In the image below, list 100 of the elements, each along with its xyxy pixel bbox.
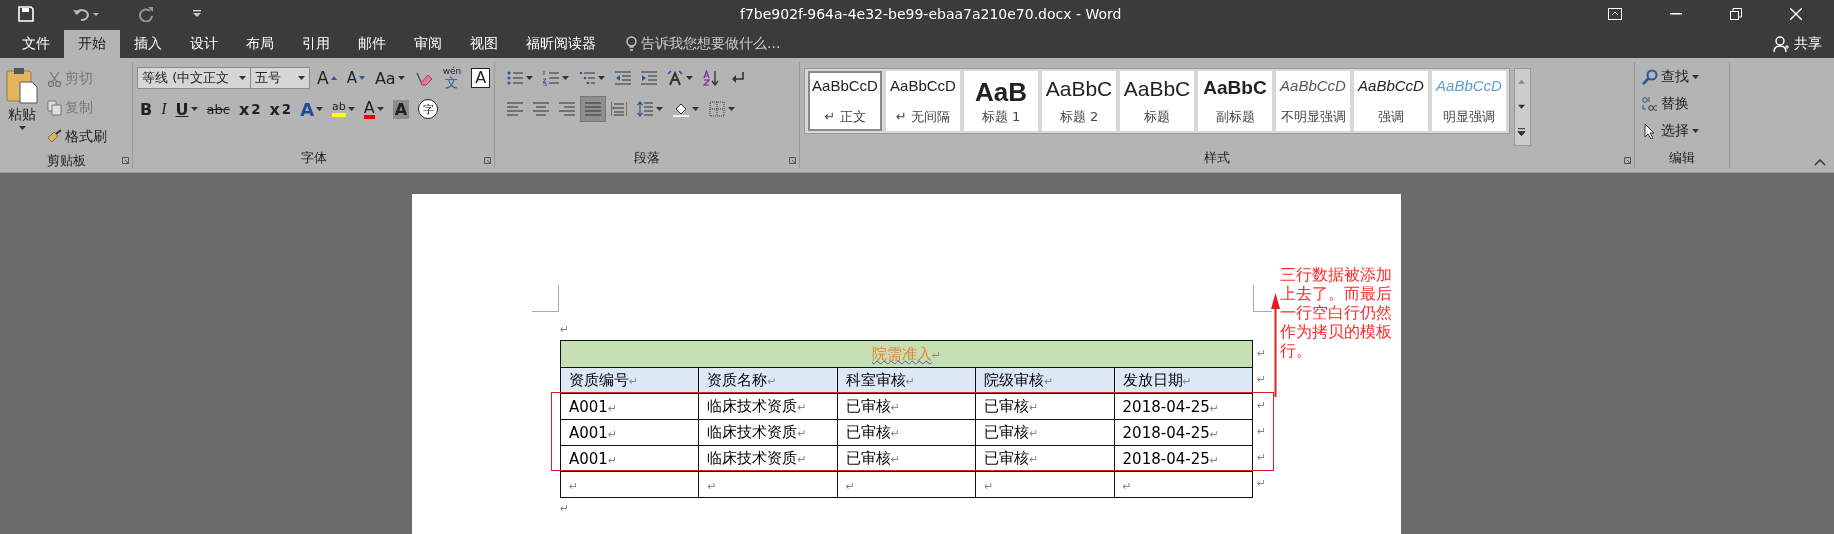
ribbon-tab[interactable]: 插入 bbox=[120, 30, 176, 58]
replace-button[interactable]: 替换 bbox=[1639, 91, 1702, 117]
close-icon[interactable] bbox=[1790, 8, 1802, 20]
caret-icon[interactable] bbox=[298, 76, 305, 80]
character-layout-icon bbox=[667, 70, 683, 86]
share-button[interactable]: 共享 bbox=[1773, 30, 1834, 58]
ribbon-tab[interactable]: 邮件 bbox=[344, 30, 400, 58]
dialog-launcher-icon[interactable] bbox=[484, 157, 491, 164]
style-item[interactable]: AaBbCcD 不明显强调 bbox=[1276, 71, 1350, 131]
table-cell: A001↵ bbox=[560, 393, 699, 420]
ribbon-display-icon[interactable] bbox=[1608, 8, 1622, 20]
table-cell: 临床技术资质↵ bbox=[698, 393, 838, 420]
dialog-launcher-icon[interactable] bbox=[789, 157, 796, 164]
caret-icon[interactable] bbox=[692, 107, 699, 111]
style-item[interactable]: AaBbCcD 强调 bbox=[1354, 71, 1428, 131]
highlight-button[interactable]: ab bbox=[329, 99, 358, 119]
table-cell: 发放日期↵ bbox=[1114, 367, 1253, 394]
dialog-launcher-icon[interactable] bbox=[1624, 157, 1631, 164]
table-cell: 资质编号↵ bbox=[560, 367, 699, 394]
underline-button[interactable]: U bbox=[172, 97, 201, 121]
table-cell: ↵ bbox=[560, 471, 699, 498]
ribbon-tab[interactable]: 引用 bbox=[288, 30, 344, 58]
caret-icon[interactable] bbox=[1692, 75, 1699, 79]
save-icon[interactable] bbox=[18, 6, 34, 22]
ribbon-tab[interactable]: 布局 bbox=[232, 30, 288, 58]
style-item[interactable]: AaBbCcD ↵ 无间隔 bbox=[886, 71, 960, 131]
ribbon-tab[interactable]: 设计 bbox=[176, 30, 232, 58]
shrink-font-button[interactable]: A bbox=[343, 67, 368, 89]
customize-icon[interactable] bbox=[192, 10, 202, 18]
ribbon-tab[interactable]: 视图 bbox=[456, 30, 512, 58]
restore-icon[interactable] bbox=[1730, 8, 1742, 20]
scissors-icon bbox=[47, 71, 62, 87]
table-cell: 2018-04-25↵ bbox=[1114, 393, 1253, 420]
minimize-icon[interactable] bbox=[1670, 13, 1682, 15]
shading-icon bbox=[673, 101, 689, 117]
ribbon-tab[interactable]: 开始 bbox=[64, 30, 120, 58]
bold-button[interactable]: B bbox=[137, 97, 156, 121]
ribbon-tab[interactable]: 文件 bbox=[8, 30, 64, 58]
style-item[interactable]: AaBbCcD ↵ 正文 bbox=[808, 71, 882, 131]
increase-indent-icon bbox=[641, 70, 657, 86]
format-painter-button[interactable]: 格式刷 bbox=[44, 124, 110, 150]
table-cell: ↵ bbox=[837, 471, 976, 498]
ribbon-tab[interactable]: 福昕阅读器 bbox=[512, 30, 610, 58]
phonetic-guide-button[interactable]: wén 文 bbox=[439, 65, 465, 91]
caret-icon[interactable] bbox=[562, 76, 569, 80]
caret-icon[interactable] bbox=[686, 76, 693, 80]
table-cell: 临床技术资质↵ bbox=[698, 419, 838, 446]
caret-icon[interactable] bbox=[347, 107, 355, 111]
style-item[interactable]: AaBbC 标题 2 bbox=[1042, 71, 1116, 131]
caret-icon[interactable] bbox=[728, 107, 735, 111]
change-case-button[interactable]: Aa bbox=[371, 66, 408, 90]
undo-icon[interactable] bbox=[72, 6, 100, 22]
tell-me-field[interactable]: 告诉我您想要做什么... bbox=[626, 30, 781, 58]
strikethrough-button[interactable]: abc bbox=[203, 99, 233, 119]
group-label: 段落 bbox=[634, 149, 660, 167]
group-label: 剪贴板 bbox=[46, 152, 86, 170]
numbering-icon bbox=[543, 70, 559, 86]
grow-font-button[interactable]: A bbox=[314, 66, 340, 90]
find-button[interactable]: 查找 bbox=[1639, 64, 1702, 90]
caret-icon[interactable] bbox=[1692, 129, 1699, 133]
caret-icon[interactable] bbox=[526, 76, 533, 80]
dialog-launcher-icon[interactable] bbox=[122, 157, 129, 164]
gallery-scroll[interactable] bbox=[1514, 68, 1531, 146]
table-cell: ↵ bbox=[1114, 471, 1253, 498]
caret-icon[interactable] bbox=[239, 76, 246, 80]
select-button[interactable]: 选择 bbox=[1639, 118, 1702, 144]
table-cell: 资质名称↵ bbox=[698, 367, 838, 394]
caret-icon[interactable] bbox=[376, 107, 384, 111]
text-effects-button[interactable]: A bbox=[297, 96, 327, 122]
italic-button[interactable]: I bbox=[158, 98, 170, 120]
justify-icon bbox=[585, 101, 601, 117]
paste-button[interactable]: 粘贴 bbox=[4, 64, 40, 150]
paragraph-mark: ↵ bbox=[560, 502, 570, 515]
redo-icon[interactable] bbox=[138, 6, 154, 22]
caret-icon[interactable] bbox=[397, 76, 405, 80]
copy-icon bbox=[47, 100, 62, 116]
lightbulb-icon bbox=[626, 36, 637, 52]
caret-icon[interactable] bbox=[18, 126, 26, 130]
table-cell: 已审核↵ bbox=[837, 419, 976, 446]
collapse-ribbon-icon[interactable] bbox=[1814, 159, 1826, 166]
table-cell: ↵ bbox=[698, 471, 838, 498]
ribbon-tab[interactable]: 审阅 bbox=[400, 30, 456, 58]
group-label: 编辑 bbox=[1669, 149, 1695, 167]
replace-icon bbox=[1642, 96, 1658, 112]
style-item[interactable]: AaBbC 标题 bbox=[1120, 71, 1194, 131]
font-name-field[interactable]: 等线 (中文正文 bbox=[137, 67, 251, 89]
style-item[interactable]: AaBbCcD 明显强调 bbox=[1432, 71, 1506, 131]
table-cell: ↵ bbox=[975, 471, 1115, 498]
caret-icon[interactable] bbox=[316, 107, 324, 111]
caret-icon[interactable] bbox=[190, 107, 198, 111]
up-caret-icon bbox=[330, 76, 337, 80]
sort-icon bbox=[703, 70, 719, 86]
font-size-field[interactable]: 五号 bbox=[250, 67, 310, 89]
table-cell: 已审核↵ bbox=[975, 445, 1115, 472]
style-item[interactable]: AaB 标题 1 bbox=[964, 71, 1038, 131]
caret-icon[interactable] bbox=[656, 107, 663, 111]
caret-icon[interactable] bbox=[598, 76, 605, 80]
annotation-text: 三行数据被添加上去了。而最后一行空白行仍然作为拷贝的模板行。 bbox=[1280, 266, 1393, 361]
style-item[interactable]: AaBbC 副标题 bbox=[1198, 71, 1272, 131]
font-color-button[interactable]: A bbox=[360, 97, 387, 121]
